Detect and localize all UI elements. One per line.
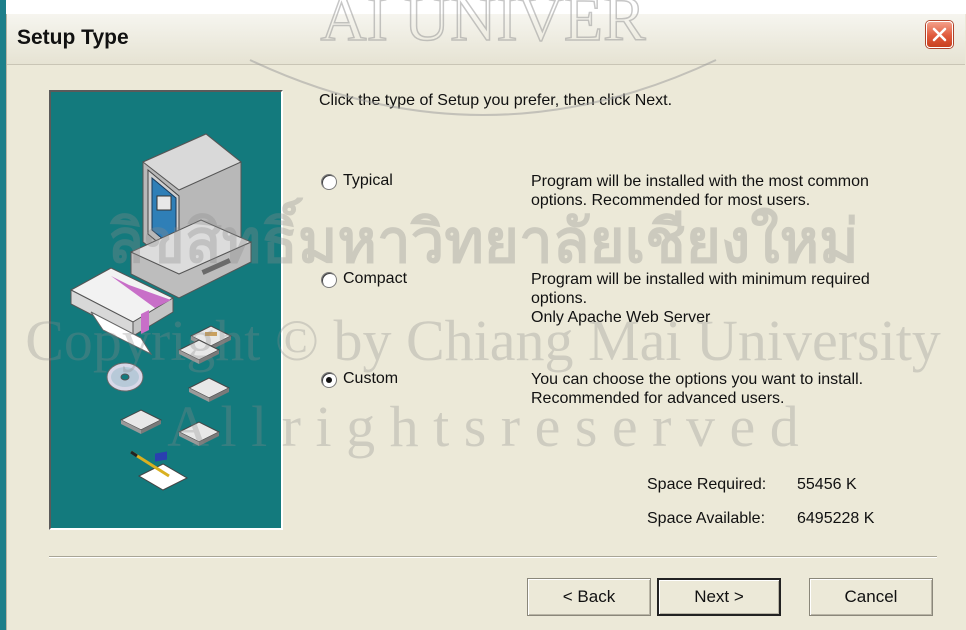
background-strip [0, 0, 966, 14]
close-icon [932, 27, 947, 42]
option-compact-description: Program will be installed with minimum r… [531, 270, 931, 327]
space-available-label: Space Available: [647, 510, 766, 527]
setup-type-dialog: Setup Type Click the type of Setup you p… [6, 14, 966, 630]
cancel-button[interactable]: Cancel [809, 578, 933, 616]
description-line: Only Apache Web Server [531, 309, 711, 326]
option-typical-label[interactable]: Typical [343, 172, 393, 190]
option-custom-label[interactable]: Custom [343, 370, 398, 388]
close-button[interactable] [926, 21, 953, 48]
radio-compact[interactable] [321, 272, 337, 288]
option-custom-description: You can choose the options you want to i… [531, 370, 931, 408]
option-compact-label[interactable]: Compact [343, 270, 407, 288]
description-line: options. Recommended for most users. [531, 192, 811, 209]
instruction-text: Click the type of Setup you prefer, then… [319, 92, 673, 109]
description-line: Program will be installed with minimum r… [531, 271, 870, 288]
description-line: Program will be installed with the most … [531, 173, 869, 190]
option-typical-description: Program will be installed with the most … [531, 172, 931, 210]
radio-selected-dot [326, 377, 332, 383]
space-required-value: 55456 K [797, 476, 857, 493]
registration-card-icon [130, 450, 189, 491]
dialog-title: Setup Type [17, 26, 129, 49]
divider [49, 556, 937, 558]
space-required-label: Space Required: [647, 476, 767, 493]
radio-typical[interactable] [321, 174, 337, 190]
description-line: options. [531, 290, 588, 307]
description-line: You can choose the options you want to i… [531, 371, 864, 388]
cd-icon [106, 362, 144, 392]
back-button[interactable]: < Back [527, 578, 651, 616]
radio-custom[interactable] [321, 372, 337, 388]
title-bar[interactable]: Setup Type [7, 14, 965, 65]
computer-icon [129, 133, 253, 299]
setup-illustration [49, 90, 283, 530]
space-available-value: 6495228 K [797, 510, 875, 527]
description-line: Recommended for advanced users. [531, 390, 785, 407]
next-button[interactable]: Next > [657, 578, 781, 616]
